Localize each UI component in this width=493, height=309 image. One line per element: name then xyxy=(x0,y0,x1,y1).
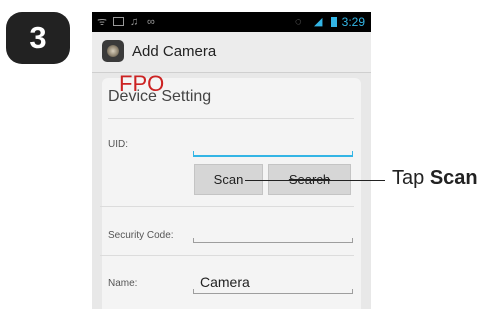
camera-app-icon[interactable] xyxy=(102,40,124,62)
name-input[interactable] xyxy=(193,289,353,294)
divider xyxy=(108,118,354,119)
security-code-input[interactable] xyxy=(193,238,353,243)
callout-line xyxy=(245,180,385,181)
name-input-value: Camera xyxy=(200,274,250,290)
usb-debug-icon: ᯤ xyxy=(97,16,108,28)
status-bar: ᯤ ♫ ∞ ◌ ◢ 3:29 xyxy=(92,12,371,32)
uid-label: UID: xyxy=(108,139,128,150)
phone-screen: ᯤ ♫ ∞ ◌ ◢ 3:29 Add Camera xyxy=(92,12,371,309)
divider xyxy=(100,206,354,207)
callout-label: Tap Scan xyxy=(392,167,478,189)
voicemail-icon: ∞ xyxy=(147,16,155,28)
headphones-icon: ♫ xyxy=(130,16,139,28)
step-number-badge: 3 xyxy=(6,12,70,64)
signal-icon: ◢ xyxy=(314,16,323,28)
fpo-overlay-text: FPO xyxy=(119,71,165,96)
status-time: 3:29 xyxy=(341,15,365,29)
uid-input[interactable] xyxy=(193,151,353,157)
gallery-notification-icon xyxy=(113,17,124,26)
action-bar: Add Camera xyxy=(92,32,371,73)
alarm-icon: ◌ xyxy=(295,16,302,28)
battery-icon xyxy=(331,17,337,27)
callout-target: Scan xyxy=(429,167,478,189)
name-label: Name: xyxy=(108,278,138,289)
divider xyxy=(100,255,354,256)
step-number: 3 xyxy=(29,20,47,55)
page-title: Add Camera xyxy=(132,43,217,60)
security-code-label: Security Code: xyxy=(108,230,174,241)
